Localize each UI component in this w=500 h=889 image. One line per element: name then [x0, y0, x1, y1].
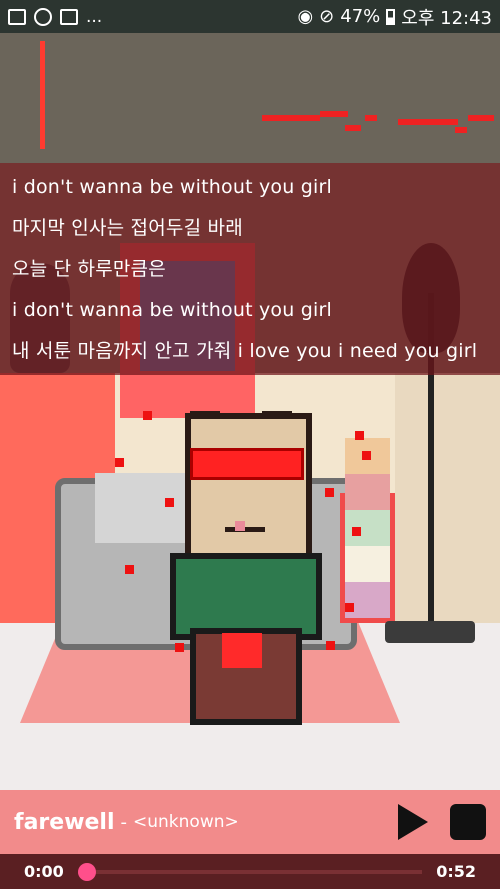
- confetti: [175, 643, 184, 652]
- confetti: [125, 565, 134, 574]
- wall-right: [395, 373, 500, 633]
- lyrics-overlay: i don't wanna be without you girl 마지막 인사…: [0, 163, 500, 375]
- battery-icon: [386, 8, 396, 25]
- audio-dash: [365, 115, 377, 121]
- player-bar: farewell - <unknown>: [0, 790, 500, 854]
- confetti: [325, 488, 334, 497]
- battery-percent: 47%: [340, 6, 381, 27]
- progress-bar: 0:00 0:52: [0, 854, 500, 889]
- lyric-line: 오늘 단 하루만큼은: [12, 258, 166, 280]
- title-separator: -: [120, 811, 128, 833]
- audio-dash: [398, 119, 458, 125]
- gallery-icon: [8, 8, 26, 25]
- current-time: 0:00: [24, 862, 64, 881]
- cat-tongue: [235, 521, 245, 531]
- cat-head: [185, 413, 312, 565]
- do-not-disturb-icon: ⊘: [319, 6, 335, 27]
- lyric-line: 내 서툰 마음까지 안고 가줘 i love you i need you gi…: [12, 340, 478, 362]
- lyric-line: i don't wanna be without you girl: [12, 176, 332, 198]
- clock: 오후 12:43: [401, 7, 492, 29]
- play-icon[interactable]: [398, 804, 428, 840]
- lamp-base: [385, 621, 475, 643]
- wall-shadow: [0, 33, 500, 163]
- total-time: 0:52: [436, 862, 476, 881]
- pixel-art-scene: i don't wanna be without you girl 마지막 인사…: [0, 33, 500, 790]
- track-artist: <unknown>: [133, 812, 239, 832]
- cat-glasses: [190, 448, 304, 480]
- confetti: [326, 641, 335, 650]
- seek-bar[interactable]: [77, 862, 423, 881]
- audio-dash: [455, 127, 467, 133]
- confetti: [355, 431, 364, 440]
- confetti: [165, 498, 174, 507]
- mail-icon: [60, 8, 78, 25]
- confetti: [362, 451, 371, 460]
- confetti: [345, 603, 354, 612]
- audio-dash: [320, 111, 348, 117]
- audio-dash: [468, 115, 494, 121]
- audio-dash: [345, 125, 361, 131]
- heart: [222, 633, 262, 668]
- audio-dash: [262, 115, 320, 121]
- audio-line: [40, 41, 45, 149]
- confetti: [352, 527, 361, 536]
- more-notifications: ...: [86, 6, 103, 27]
- stop-icon[interactable]: [450, 804, 486, 840]
- seek-knob[interactable]: [77, 862, 96, 881]
- track-title: farewell: [14, 809, 115, 835]
- confetti: [115, 458, 124, 467]
- confetti: [143, 411, 152, 420]
- cat-mouth: [225, 513, 265, 532]
- sync-icon: [34, 7, 52, 26]
- wifi-icon: ◉: [297, 6, 314, 27]
- lyric-line: 마지막 인사는 접어두길 바래: [12, 217, 243, 239]
- status-bar: ... ◉ ⊘ 47% 오후 12:43: [0, 0, 500, 33]
- lyric-line: i don't wanna be without you girl: [12, 299, 332, 321]
- cat-shirt: [170, 553, 322, 640]
